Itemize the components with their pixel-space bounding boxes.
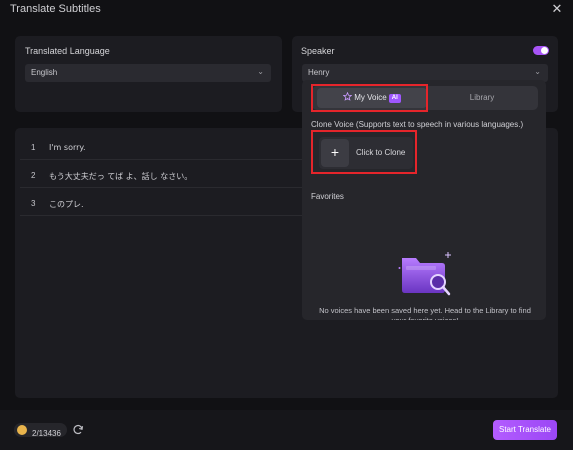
subtitle-row[interactable]: 1 I'm sorry. [20, 133, 330, 160]
speaker-label: Speaker [301, 46, 335, 56]
tab-my-voice-label: My Voice [354, 93, 387, 102]
subtitle-text: このプレ. [49, 200, 84, 209]
close-icon[interactable]: ✕ [550, 2, 564, 16]
translated-language-select[interactable]: English ⌄ [25, 64, 271, 82]
click-to-clone-button[interactable]: + Click to Clone [319, 137, 413, 169]
speaker-toggle[interactable] [533, 46, 549, 55]
start-translate-button[interactable]: Start Translate [493, 420, 557, 440]
subtitle-number: 1 [31, 143, 36, 152]
credits-count: 2/13436 [32, 429, 61, 438]
subtitle-text: I'm sorry. [49, 143, 86, 152]
clone-voice-heading: Clone Voice (Supports text to speech in … [311, 120, 524, 129]
tab-library-label: Library [469, 93, 495, 102]
coin-icon [17, 425, 27, 435]
tab-my-voice[interactable]: My Voice AI [317, 88, 427, 108]
title-bar: Translate Subtitles ✕ [0, 0, 573, 20]
favorites-heading: Favorites [311, 192, 344, 201]
plus-icon: + [321, 139, 349, 167]
click-to-clone-label: Click to Clone [356, 148, 406, 157]
footer-bar: 2/13436 [0, 410, 573, 450]
voice-tabs: My Voice AI Library [312, 86, 538, 110]
subtitle-row[interactable]: 3 このプレ. [20, 189, 330, 216]
subtitle-text: もう大丈夫だっ てば よ、話し なさい。 [49, 172, 193, 181]
tab-library[interactable]: Library [428, 88, 536, 108]
translated-language-value: English [31, 68, 58, 77]
empty-favorites-text: No voices have been saved here yet. Head… [319, 306, 531, 320]
chevron-down-icon: ⌄ [257, 67, 264, 76]
empty-folder-icon [398, 252, 451, 296]
subtitle-row[interactable]: 2 もう大丈夫だっ てば よ、話し なさい。 [20, 161, 330, 188]
subtitle-number: 3 [31, 199, 36, 208]
voice-dropdown: My Voice AI Library Clone Voice (Supports… [302, 80, 546, 320]
speaker-value: Henry [308, 68, 330, 77]
credits-badge: 2/13436 [14, 423, 67, 438]
translated-language-label: Translated Language [25, 46, 110, 56]
ai-badge: AI [388, 94, 401, 103]
star-icon [343, 92, 353, 101]
subtitle-number: 2 [31, 171, 36, 180]
translated-language-panel: Translated Language English ⌄ [15, 36, 282, 112]
chevron-down-icon: ⌄ [534, 67, 541, 76]
refresh-icon[interactable] [72, 424, 84, 436]
window-title: Translate Subtitles [10, 3, 101, 15]
